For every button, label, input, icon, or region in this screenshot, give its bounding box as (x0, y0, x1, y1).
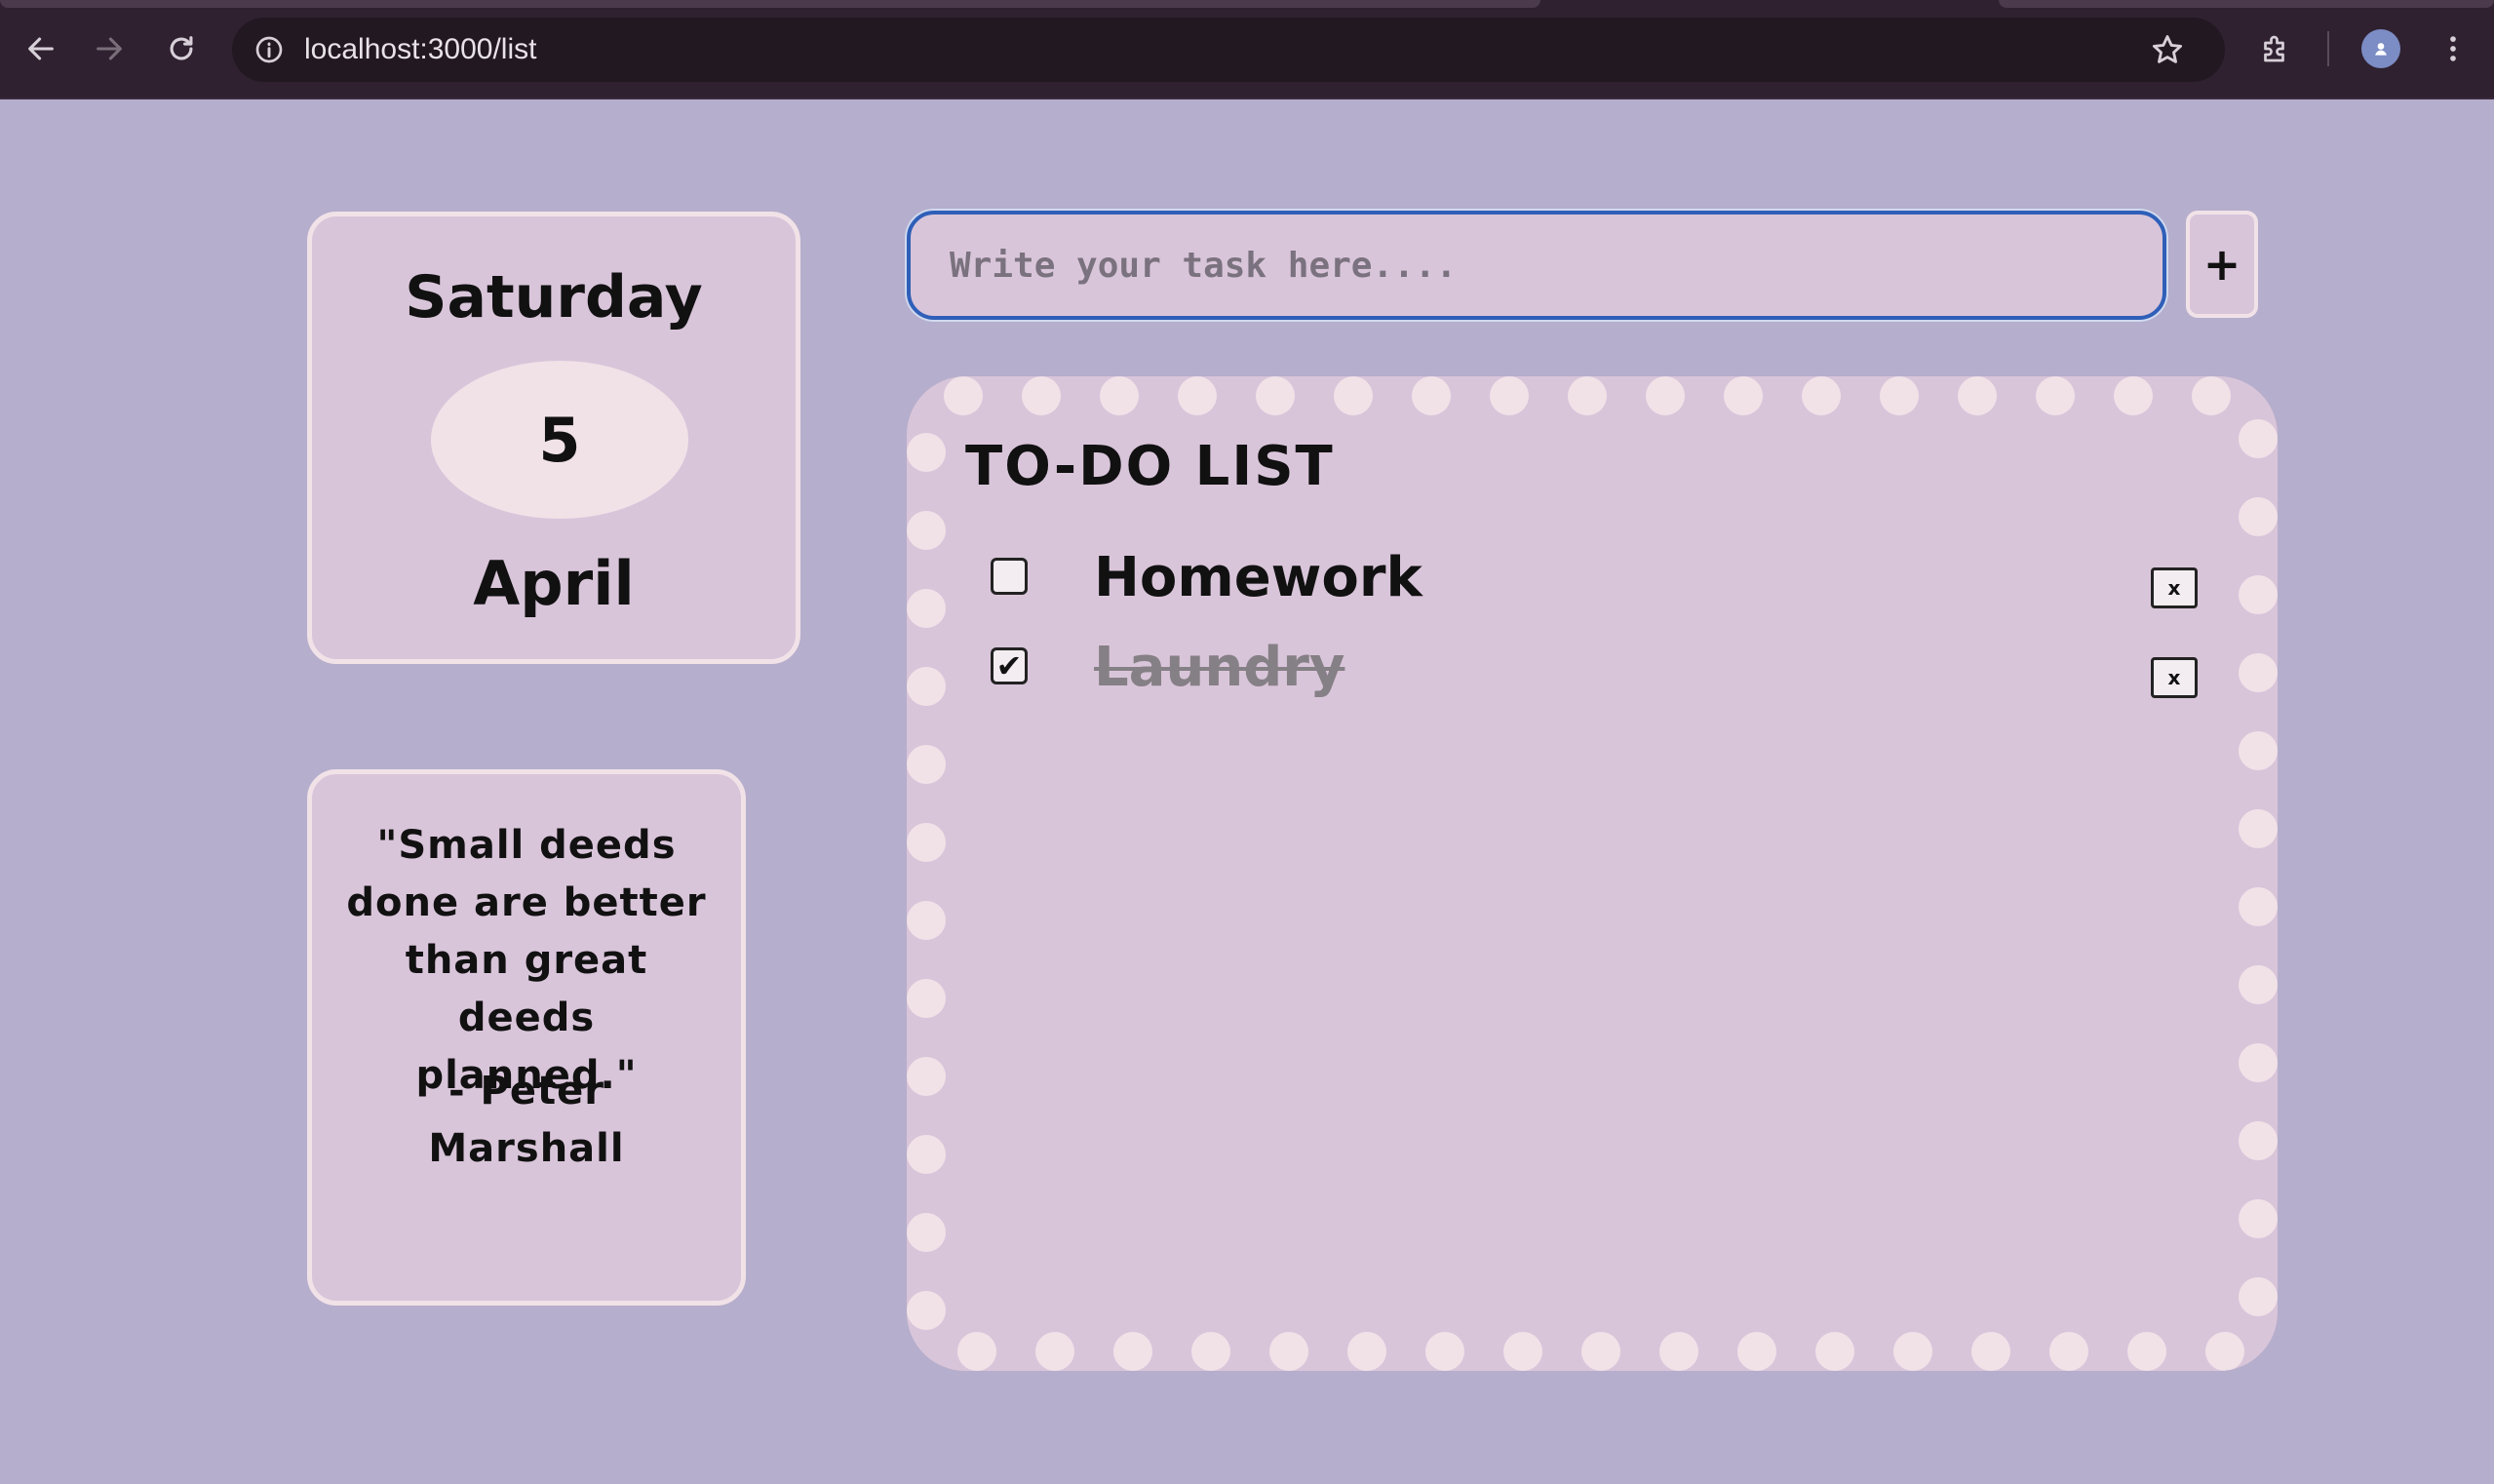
border-dot (1022, 376, 1061, 415)
site-info-button[interactable] (250, 30, 289, 69)
task-row: Homework x (907, 544, 2278, 622)
add-task-button[interactable]: + (2186, 211, 2258, 318)
todo-list-title: TO-DO LIST (965, 435, 1335, 498)
month-name: April (473, 548, 635, 619)
day-number: 5 (431, 361, 688, 519)
border-dot (907, 433, 946, 472)
border-dot (2239, 1277, 2278, 1316)
border-dot (1347, 1332, 1386, 1371)
border-dot (2239, 965, 2278, 1004)
arrow-left-icon (28, 37, 54, 60)
border-dot (2127, 1332, 2166, 1371)
border-dot (1269, 1332, 1308, 1371)
arrow-right-icon (97, 37, 122, 60)
border-dot (2239, 1043, 2278, 1082)
border-dot (907, 745, 946, 784)
browser-menu-button[interactable] (2428, 23, 2478, 74)
border-dot (1035, 1332, 1074, 1371)
border-dot (1737, 1332, 1776, 1371)
border-dot (907, 1057, 946, 1096)
tab-strip-edge (1999, 0, 2494, 8)
delete-task-button[interactable]: x (2151, 567, 2198, 608)
border-dot (1659, 1332, 1698, 1371)
border-dot (907, 1213, 946, 1252)
puzzle-icon (2264, 35, 2284, 62)
border-dot (1880, 376, 1919, 415)
delete-task-button[interactable]: x (2151, 657, 2198, 698)
extensions-button[interactable] (2250, 23, 2301, 74)
todo-list-card: TO-DO LIST Homework x ✔ Laundry x (907, 376, 2278, 1371)
border-dot (1490, 376, 1529, 415)
border-dot (907, 901, 946, 940)
quote-text: "Small deeds done are better than great … (346, 823, 707, 1098)
quote-author: - Peter Marshall (428, 1069, 625, 1171)
browser-toolbar: localhost:3000/list (0, 0, 2494, 99)
border-dot (2239, 497, 2278, 536)
toolbar-divider (2327, 31, 2329, 66)
border-dot (1113, 1332, 1152, 1371)
kebab-menu-icon (2450, 36, 2456, 61)
border-dot (1191, 1332, 1230, 1371)
border-dot (1425, 1332, 1464, 1371)
reload-button[interactable] (154, 21, 209, 76)
border-dot (2239, 731, 2278, 770)
border-dot (957, 1332, 996, 1371)
border-dot (2049, 1332, 2088, 1371)
border-dot (1971, 1332, 2010, 1371)
tab-strip-edge (0, 0, 1540, 8)
border-dot (2036, 376, 2075, 415)
border-dot (2114, 376, 2153, 415)
star-icon[interactable] (2149, 31, 2186, 68)
border-dot (1100, 376, 1139, 415)
info-icon (255, 36, 283, 63)
border-dot (2239, 887, 2278, 926)
border-dot (1256, 376, 1295, 415)
task-label: Laundry (1094, 636, 1345, 699)
address-bar[interactable]: localhost:3000/list (232, 18, 2225, 82)
border-dot (2205, 1332, 2244, 1371)
border-dot (1958, 376, 1997, 415)
border-dot (1412, 376, 1451, 415)
border-dot (2239, 419, 2278, 458)
border-dot (907, 823, 946, 862)
task-label: Homework (1094, 546, 1422, 609)
border-dot (2239, 1199, 2278, 1238)
border-dot (1802, 376, 1841, 415)
task-checkbox[interactable]: ✔ (991, 647, 1028, 684)
border-dot (907, 1135, 946, 1174)
border-dot (907, 1291, 946, 1330)
border-dot (1568, 376, 1607, 415)
back-button[interactable] (14, 21, 68, 76)
profile-avatar[interactable] (2361, 29, 2400, 68)
border-dot (907, 979, 946, 1018)
border-dot (1893, 1332, 1932, 1371)
forward-button[interactable] (82, 21, 136, 76)
border-dot (1178, 376, 1217, 415)
date-card: Saturday 5 April (307, 212, 800, 664)
task-checkbox[interactable] (991, 558, 1028, 595)
border-dot (1581, 1332, 1620, 1371)
day-name: Saturday (405, 263, 703, 332)
border-dot (2192, 376, 2231, 415)
border-dot (1646, 376, 1685, 415)
quote-card: "Small deeds done are better than great … (307, 769, 746, 1306)
border-dot (1815, 1332, 1854, 1371)
border-dot (1724, 376, 1763, 415)
task-row: ✔ Laundry x (907, 634, 2278, 712)
border-dot (2239, 1121, 2278, 1160)
border-dot (1503, 1332, 1542, 1371)
url-text[interactable]: localhost:3000/list (304, 18, 536, 82)
person-icon (2375, 43, 2387, 56)
task-input[interactable] (907, 211, 2166, 320)
border-dot (1334, 376, 1373, 415)
reload-icon (170, 36, 193, 60)
border-dot (944, 376, 983, 415)
border-dot (2239, 809, 2278, 848)
